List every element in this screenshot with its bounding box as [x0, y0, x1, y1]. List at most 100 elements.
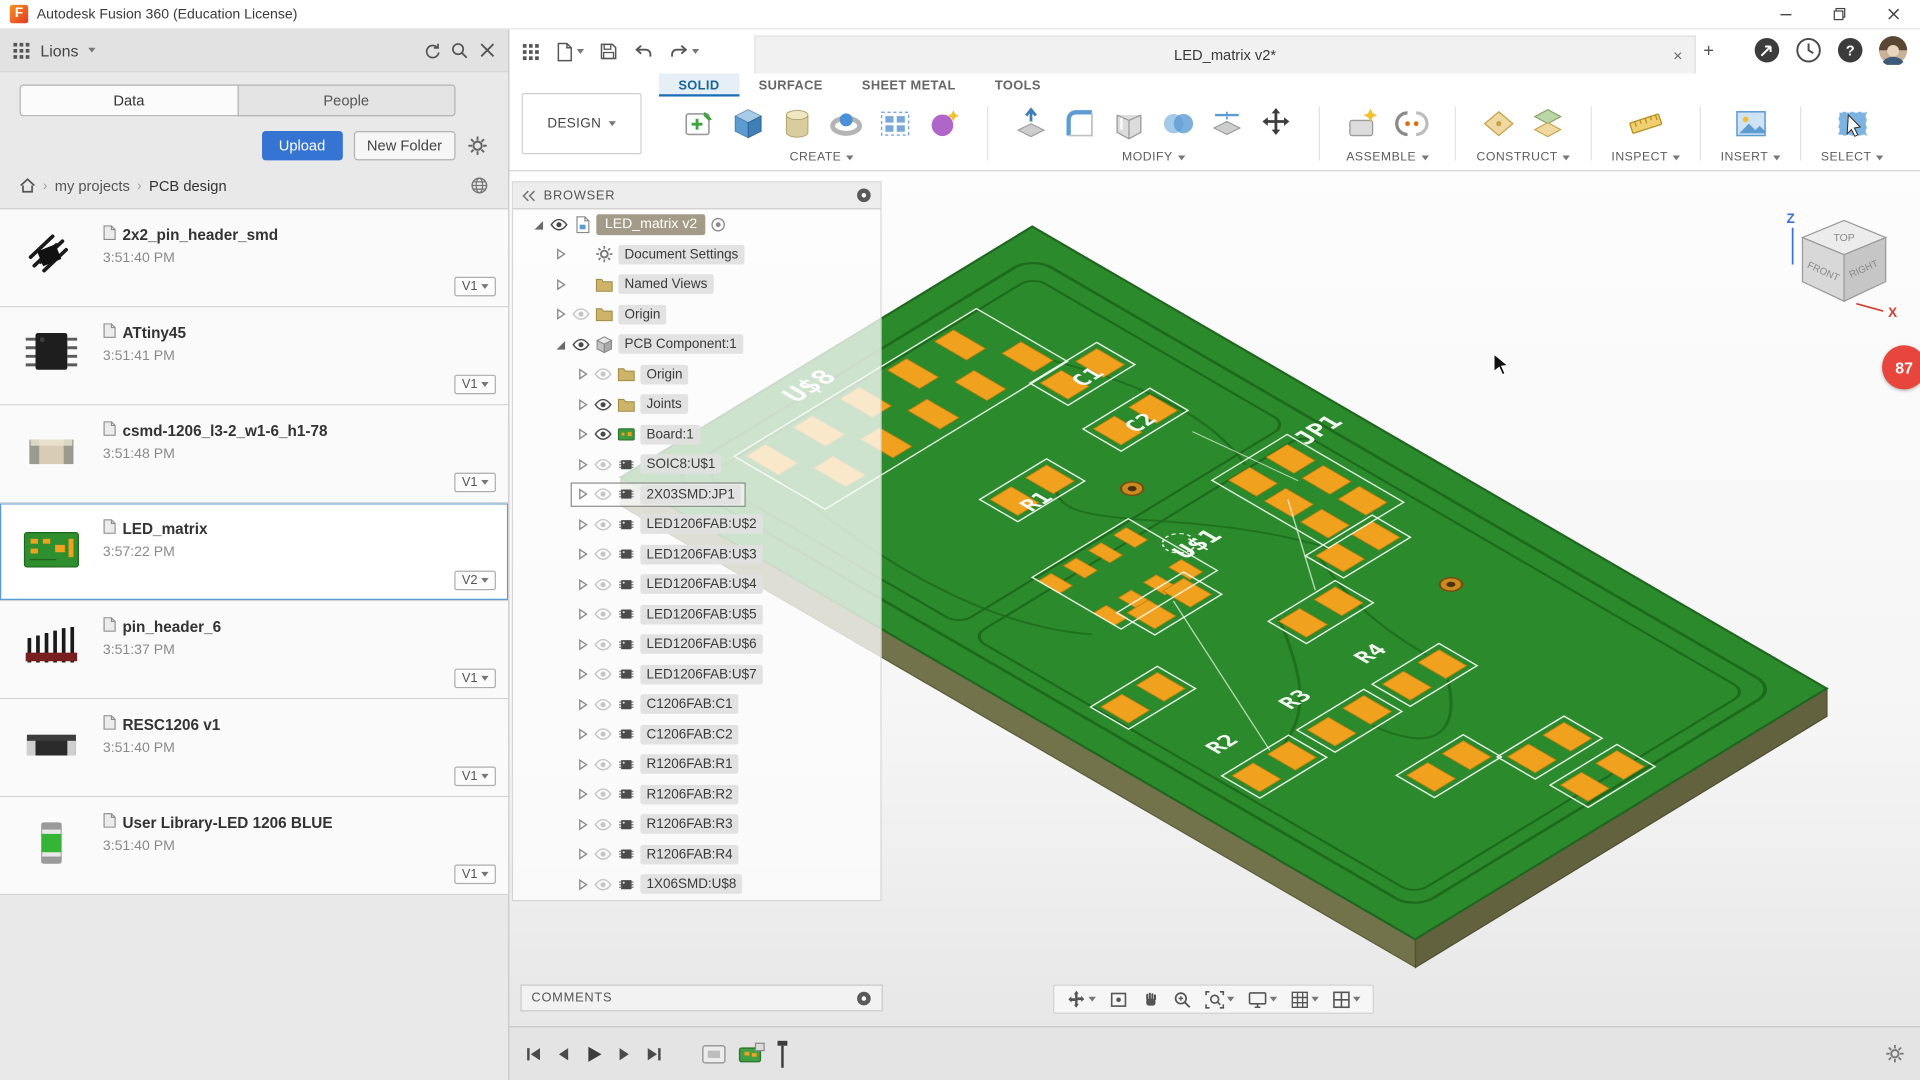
visibility-eye-icon[interactable] [594, 845, 612, 863]
inspect-group-label[interactable]: INSPECT [1611, 151, 1681, 164]
viewports-button[interactable] [1332, 990, 1361, 1008]
notification-badge[interactable]: 87 [1882, 345, 1920, 390]
tab-sheet-metal[interactable]: SHEET METAL [842, 73, 975, 96]
collapse-arrow-icon[interactable] [576, 758, 589, 771]
user-avatar[interactable] [1878, 36, 1908, 65]
combine-button[interactable] [1155, 99, 1202, 148]
item-version-dropdown[interactable]: V1 [454, 668, 496, 689]
tab-data[interactable]: Data [19, 84, 237, 117]
collapse-arrow-icon[interactable] [576, 848, 589, 861]
document-tab-close-icon[interactable]: × [1673, 46, 1682, 64]
expand-arrow-icon[interactable] [531, 218, 544, 231]
browser-tree-row[interactable]: C1206FAB:C1 [513, 689, 880, 719]
minimize-button[interactable] [1758, 0, 1812, 28]
visibility-eye-icon[interactable] [594, 575, 612, 593]
save-button[interactable] [599, 42, 619, 62]
item-version-dropdown[interactable]: V1 [454, 374, 496, 395]
visibility-eye-icon[interactable] [594, 365, 612, 383]
collapse-arrow-icon[interactable] [553, 278, 566, 291]
visibility-eye-icon[interactable] [594, 515, 612, 533]
visibility-eye-icon[interactable] [572, 305, 590, 323]
create-box-button[interactable] [725, 99, 772, 148]
look-at-button[interactable] [1109, 990, 1127, 1008]
browser-root-row[interactable]: LED_matrix v2 [513, 209, 880, 239]
move-copy-button[interactable] [1253, 99, 1300, 148]
construct-plane-button[interactable] [1476, 99, 1523, 148]
browser-tree-row[interactable]: Origin [513, 359, 880, 389]
visibility-eye-icon[interactable] [594, 485, 612, 503]
item-version-dropdown[interactable]: V1 [454, 276, 496, 297]
home-icon[interactable] [20, 178, 36, 194]
zoom-button[interactable] [1173, 990, 1191, 1008]
timeline-step-forward-button[interactable] [615, 1044, 635, 1064]
browser-tree-row[interactable]: C1206FAB:C2 [513, 719, 880, 749]
select-group-label[interactable]: SELECT [1821, 151, 1884, 164]
redo-button[interactable] [669, 42, 700, 62]
collapse-arrow-icon[interactable] [576, 788, 589, 801]
press-pull-button[interactable] [1008, 99, 1055, 148]
document-tab[interactable]: LED_matrix v2* × [754, 35, 1696, 74]
tab-people[interactable]: People [236, 84, 456, 117]
measure-button[interactable] [1623, 99, 1670, 148]
browser-tree-row[interactable]: LED1206FAB:U$2 [513, 509, 880, 539]
browser-tree-row[interactable]: LED1206FAB:U$6 [513, 629, 880, 659]
create-sketch-button[interactable] [676, 99, 723, 148]
layout-grid-button[interactable] [1291, 990, 1319, 1008]
timeline-position-marker[interactable] [776, 1039, 788, 1068]
collapse-arrow-icon[interactable] [576, 878, 589, 891]
assemble-group-label[interactable]: ASSEMBLE [1346, 151, 1429, 164]
browser-tree-row[interactable]: Origin [513, 299, 880, 329]
visibility-eye-icon[interactable] [594, 605, 612, 623]
browser-tree-row[interactable]: R1206FAB:R1 [513, 749, 880, 779]
collapse-arrow-icon[interactable] [576, 488, 589, 501]
project-item[interactable]: LED_matrix 3:57:22 PM V2 [0, 503, 509, 602]
timeline-play-button[interactable] [583, 1043, 605, 1065]
collapse-arrow-icon[interactable] [576, 698, 589, 711]
offset-plane-button[interactable] [1524, 99, 1571, 148]
split-body-button[interactable] [1204, 99, 1251, 148]
timeline-settings-gear-icon[interactable] [1884, 1043, 1905, 1064]
visibility-eye-icon[interactable] [594, 395, 612, 413]
browser-tree-row[interactable]: LED1206FAB:U$3 [513, 539, 880, 569]
visibility-eye-icon[interactable] [550, 215, 568, 233]
visibility-eye-icon[interactable] [572, 335, 590, 353]
insert-group-label[interactable]: INSERT [1721, 151, 1781, 164]
collapse-arrow-icon[interactable] [553, 308, 566, 321]
browser-tree-row[interactable]: Named Views [513, 269, 880, 299]
browser-tree-row[interactable]: Joints [513, 389, 880, 419]
browser-tree-row[interactable]: PCB Component:1 [513, 329, 880, 359]
collapse-arrow-icon[interactable] [576, 608, 589, 621]
visibility-eye-icon[interactable] [594, 425, 612, 443]
viewcube-top-label[interactable]: TOP [1833, 233, 1854, 244]
timeline-skip-end-button[interactable] [644, 1044, 664, 1064]
tab-surface[interactable]: SURFACE [739, 73, 842, 96]
collapse-arrow-icon[interactable] [576, 518, 589, 531]
visibility-eye-icon[interactable] [594, 725, 612, 743]
visibility-eye-icon[interactable] [594, 545, 612, 563]
undo-button[interactable] [633, 42, 654, 62]
expand-arrow-icon[interactable] [553, 338, 566, 351]
timeline-feature-component[interactable] [700, 1041, 727, 1065]
browser-tree-row[interactable]: 2X03SMD:JP1 [513, 479, 880, 509]
visibility-eye-icon[interactable] [594, 875, 612, 893]
collapse-arrow-icon[interactable] [553, 248, 566, 261]
project-item[interactable]: 2x2_pin_header_smd 3:51:40 PM V1 [0, 209, 509, 308]
job-status-clock-icon[interactable] [1795, 37, 1822, 64]
close-window-button[interactable] [1866, 0, 1920, 28]
create-pattern-button[interactable] [872, 99, 919, 148]
panel-settings-gear-icon[interactable] [467, 135, 489, 157]
collapse-arrow-icon[interactable] [576, 728, 589, 741]
app-grid-menu-icon[interactable] [522, 42, 540, 60]
file-menu-button[interactable] [555, 41, 585, 62]
timeline-step-back-button[interactable] [553, 1044, 573, 1064]
refresh-icon[interactable] [422, 41, 440, 59]
construct-group-label[interactable]: CONSTRUCT [1477, 151, 1571, 164]
display-settings-button[interactable] [1248, 990, 1278, 1008]
project-item[interactable]: ATtiny45 3:51:41 PM V1 [0, 307, 509, 406]
item-version-dropdown[interactable]: V1 [454, 472, 496, 493]
browser-tree-row[interactable]: LED1206FAB:U$7 [513, 659, 880, 689]
visibility-eye-icon[interactable] [594, 755, 612, 773]
browser-tree-row[interactable]: LED1206FAB:U$4 [513, 569, 880, 599]
close-panel-icon[interactable] [479, 42, 496, 59]
fillet-button[interactable] [1057, 99, 1104, 148]
